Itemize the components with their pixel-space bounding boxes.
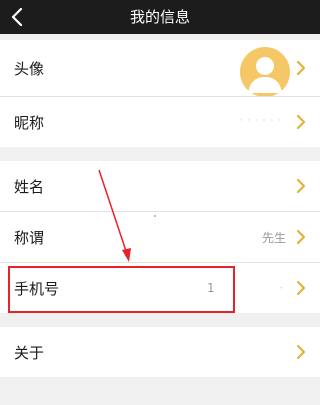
chevron-left-icon [11, 8, 23, 26]
name-label: 姓名 [14, 177, 45, 196]
name-row[interactable]: 姓名 [0, 161, 320, 211]
chevron-right-icon [296, 60, 306, 76]
title-label: 称谓 [14, 228, 45, 247]
chevron-right-icon [296, 178, 306, 194]
title-value: 先生 [261, 230, 286, 245]
chevron-right-icon [296, 344, 306, 360]
title-row[interactable]: 称谓 先生 [0, 212, 320, 262]
nav-bar: 我的信息 [0, 0, 320, 34]
obscured-text: · · · · · · [239, 116, 282, 126]
highlight-box [8, 266, 235, 313]
speck [154, 215, 156, 217]
avatar [240, 47, 290, 97]
about-label: 关于 [14, 343, 45, 362]
avatar-row[interactable]: 头像 [0, 40, 320, 97]
about-row[interactable]: 关于 [0, 327, 320, 377]
obscured-text: - [279, 283, 284, 293]
back-button[interactable] [0, 0, 34, 34]
avatar-label: 头像 [14, 59, 45, 78]
page-title: 我的信息 [129, 8, 190, 26]
nickname-row[interactable]: 昵称 · · · · · · [0, 97, 320, 147]
chevron-right-icon [296, 114, 306, 130]
user-icon [248, 57, 282, 93]
nickname-label: 昵称 [14, 113, 45, 132]
chevron-right-icon [296, 229, 306, 245]
chevron-right-icon [296, 280, 306, 296]
